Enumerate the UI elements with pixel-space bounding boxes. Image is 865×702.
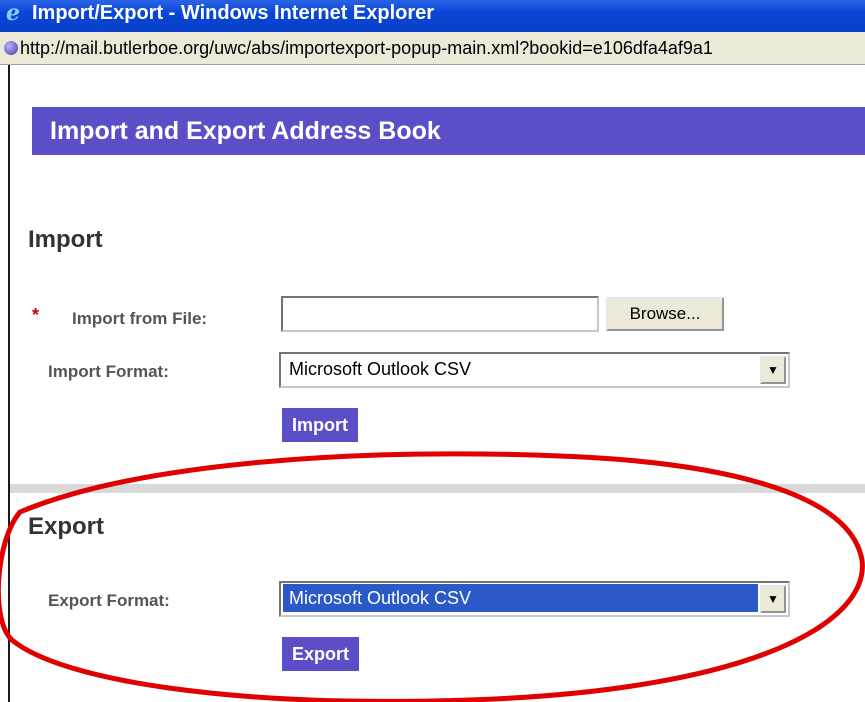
frame-border bbox=[8, 65, 10, 702]
import-format-value: Microsoft Outlook CSV bbox=[289, 359, 472, 379]
export-format-value: Microsoft Outlook CSV bbox=[283, 584, 758, 612]
address-bar[interactable]: http://mail.butlerboe.org/uwc/abs/import… bbox=[0, 32, 865, 65]
address-url[interactable]: http://mail.butlerboe.org/uwc/abs/import… bbox=[20, 38, 713, 58]
page-title-text: Import and Export Address Book bbox=[50, 117, 441, 145]
export-format-select[interactable]: Microsoft Outlook CSV ▼ bbox=[279, 581, 790, 617]
dropdown-arrow-icon[interactable]: ▼ bbox=[760, 585, 786, 613]
import-file-label: Import from File: bbox=[72, 309, 208, 328]
page-title: Import and Export Address Book bbox=[32, 107, 865, 155]
export-format-label: Export Format: bbox=[48, 591, 170, 610]
export-button[interactable]: Export bbox=[282, 637, 360, 671]
section-divider bbox=[10, 484, 865, 493]
window-title: Import/Export - Windows Internet Explore… bbox=[32, 2, 435, 24]
import-format-label: Import Format: bbox=[48, 362, 169, 381]
dropdown-arrow-icon[interactable]: ▼ bbox=[760, 356, 786, 384]
import-file-input[interactable] bbox=[281, 296, 599, 332]
export-section-title: Export bbox=[28, 513, 105, 540]
required-marker: * bbox=[32, 305, 40, 325]
import-format-select[interactable]: Microsoft Outlook CSV ▼ bbox=[279, 352, 790, 388]
browse-button[interactable]: Browse... bbox=[606, 297, 724, 331]
window-titlebar: e Import/Export - Windows Internet Explo… bbox=[0, 0, 865, 32]
import-button[interactable]: Import bbox=[282, 408, 358, 442]
ie-icon: e bbox=[6, 0, 20, 26]
globe-icon bbox=[4, 41, 18, 55]
import-section-title: Import bbox=[28, 226, 103, 253]
